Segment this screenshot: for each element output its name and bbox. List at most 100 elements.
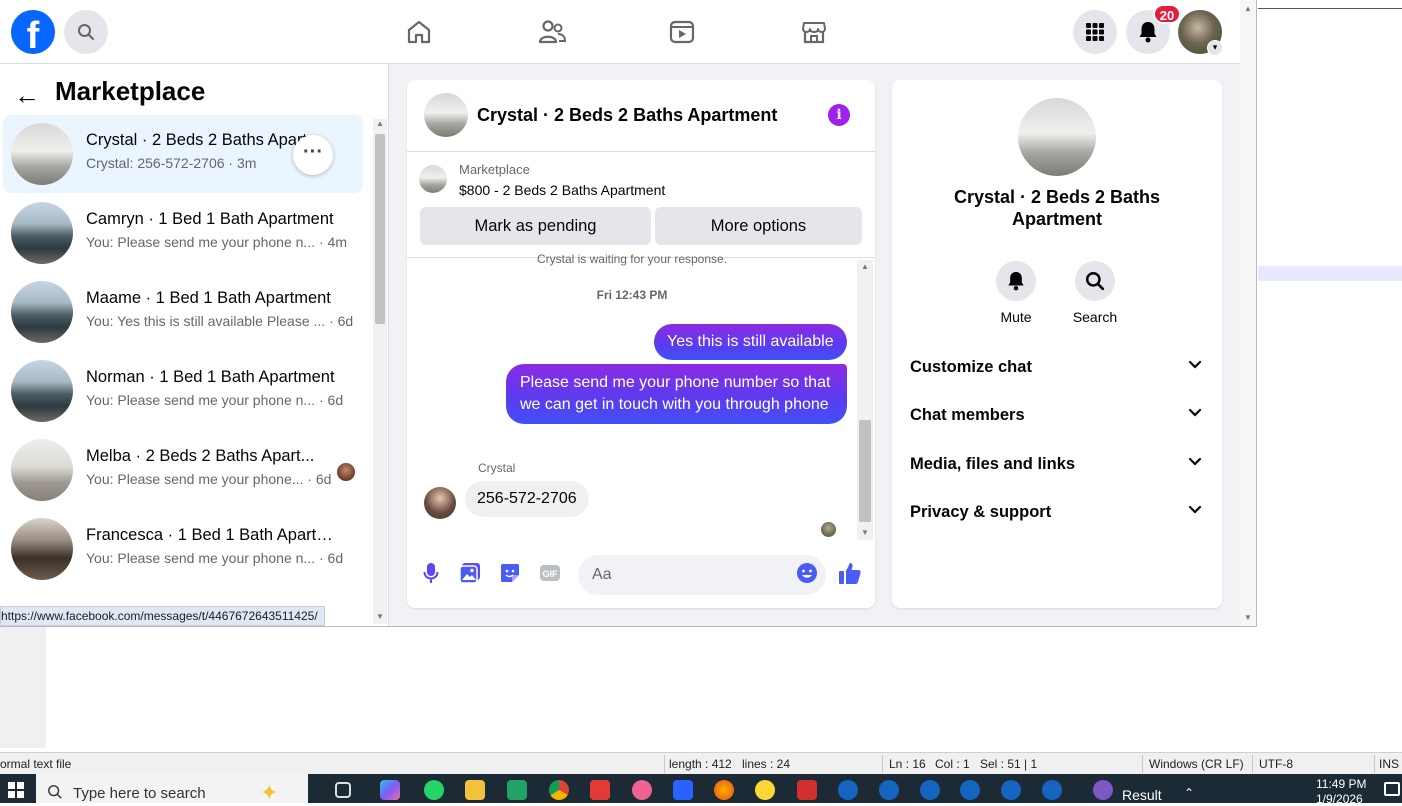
windows-start-icon[interactable]: [8, 782, 24, 798]
app-icon[interactable]: [797, 780, 817, 800]
taskbar-date[interactable]: 1/9/2026: [1316, 792, 1363, 806]
app-icon[interactable]: [590, 780, 610, 800]
taskbar-result-label[interactable]: Result: [1122, 787, 1162, 803]
facebook-logo[interactable]: f: [11, 10, 55, 54]
info-icon[interactable]: i: [828, 104, 850, 126]
gif-button[interactable]: GIF: [538, 561, 562, 585]
mute-button[interactable]: Mute: [976, 261, 1056, 325]
mark-as-pending-button[interactable]: Mark as pending: [420, 207, 651, 245]
gif-icon: GIF: [540, 565, 560, 581]
conversation-name: Maame · 1 Bed 1 Bath Apartment: [86, 289, 331, 307]
home-nav[interactable]: [403, 16, 435, 48]
whatsapp-icon[interactable]: [424, 780, 444, 800]
back-arrow-icon[interactable]: ←: [14, 80, 40, 111]
status-col: Col : 1: [935, 757, 970, 771]
video-nav[interactable]: [666, 16, 698, 48]
chat-members-section[interactable]: Chat members: [910, 396, 1206, 436]
status-encoding[interactable]: UTF-8: [1259, 757, 1293, 771]
chevron-down-icon: [1188, 457, 1202, 466]
conversation-item[interactable]: Melba · 2 Beds 2 Baths Apart... You: Ple…: [3, 431, 363, 509]
search-in-chat-button[interactable]: Search: [1055, 261, 1135, 325]
outgoing-message[interactable]: Please send me your phone number so that…: [506, 364, 847, 424]
video-icon: [669, 20, 695, 44]
outgoing-message[interactable]: Yes this is still available: [654, 324, 847, 360]
conversation-preview: You: Please send me your phone n... · 6d: [86, 550, 344, 566]
taskbar-search-box[interactable]: Type here to search ✦: [36, 774, 308, 805]
sender-avatar[interactable]: [424, 487, 456, 519]
chrome-icon[interactable]: [549, 780, 569, 800]
copilot-icon[interactable]: [380, 780, 400, 800]
attach-photo-button[interactable]: [458, 561, 482, 585]
status-eol[interactable]: Windows (CR LF): [1149, 757, 1244, 771]
chevron-down-icon: [1188, 505, 1202, 514]
bell-icon: [1008, 272, 1024, 291]
conversation-preview: You: Please send me your phone... · 6d: [86, 471, 332, 487]
status-mode[interactable]: INS: [1379, 757, 1399, 771]
search-icon: [48, 785, 62, 799]
conversation-item[interactable]: Norman · 1 Bed 1 Bath Apartment You: Ple…: [3, 352, 363, 430]
task-view-icon[interactable]: [335, 782, 351, 798]
status-sel: Sel : 51 | 1: [980, 757, 1038, 771]
chat-header: Crystal · 2 Beds 2 Baths Apartment i: [407, 80, 875, 152]
chat-title[interactable]: Crystal · 2 Beds 2 Baths Apartment: [477, 105, 777, 126]
search-button[interactable]: [64, 10, 108, 54]
privacy-support-section[interactable]: Privacy & support: [910, 493, 1206, 533]
message-input[interactable]: [578, 555, 826, 595]
app-icon[interactable]: [1001, 780, 1021, 800]
conversation-item[interactable]: Camryn · 1 Bed 1 Bath Apartment You: Ple…: [3, 194, 363, 272]
friends-nav[interactable]: [536, 16, 568, 48]
incoming-message[interactable]: 256-572-2706: [465, 481, 589, 517]
conversation-preview: You: Yes this is still available Please …: [86, 313, 354, 329]
scroll-up-arrow-icon[interactable]: ▲: [376, 119, 384, 128]
listing-avatar[interactable]: [1018, 98, 1096, 176]
scroll-down-arrow-icon[interactable]: ▼: [376, 612, 384, 621]
app-icon[interactable]: [920, 780, 940, 800]
notification-center-icon[interactable]: [1384, 782, 1400, 796]
scroll-down-arrow-icon[interactable]: ▼: [1244, 613, 1252, 622]
window-scrollbar[interactable]: [1240, 0, 1256, 626]
media-files-links-section[interactable]: Media, files and links: [910, 445, 1206, 485]
taskbar-time[interactable]: 11:49 PM: [1316, 777, 1366, 791]
customize-chat-section[interactable]: Customize chat: [910, 348, 1206, 388]
search-icon: [78, 24, 94, 40]
app-icon[interactable]: [755, 780, 775, 800]
more-options-ellipsis-icon[interactable]: ···: [293, 135, 333, 175]
app-icon[interactable]: [879, 780, 899, 800]
scroll-down-arrow-icon[interactable]: ▼: [861, 528, 869, 537]
top-navigation-bar: f 20 ▾: [0, 0, 1240, 64]
scroll-up-arrow-icon[interactable]: ▲: [1244, 4, 1252, 13]
conversation-item[interactable]: Crystal · 2 Beds 2 Baths Apartment Cryst…: [3, 115, 363, 193]
firefox-icon[interactable]: [714, 780, 734, 800]
status-file-type: ormal text file: [0, 757, 72, 771]
voice-clip-button[interactable]: [419, 561, 443, 585]
sticker-button[interactable]: [498, 561, 522, 585]
file-explorer-icon[interactable]: [465, 780, 485, 800]
app-icon[interactable]: [632, 780, 652, 800]
conversation-item[interactable]: Maame · 1 Bed 1 Bath Apartment You: Yes …: [3, 273, 363, 351]
listing-price[interactable]: $800 - 2 Beds 2 Baths Apartment: [459, 182, 665, 198]
thread-scrollbar-thumb[interactable]: [859, 420, 871, 522]
chevron-up-icon[interactable]: ⌃: [1184, 786, 1194, 800]
chevron-down-icon[interactable]: ▾: [1207, 40, 1223, 56]
app-icon[interactable]: [838, 780, 858, 800]
conversation-scrollbar-thumb[interactable]: [375, 134, 385, 324]
chat-avatar[interactable]: [424, 93, 468, 137]
listing-thumbnail: [11, 123, 73, 185]
app-icon[interactable]: [673, 780, 693, 800]
app-icon[interactable]: [1093, 780, 1113, 800]
sheets-icon[interactable]: [507, 780, 527, 800]
sender-name: Crystal: [478, 461, 516, 475]
app-icon[interactable]: [960, 780, 980, 800]
bell-icon: [1139, 22, 1157, 43]
more-options-button[interactable]: More options: [655, 207, 862, 245]
menu-button[interactable]: [1073, 10, 1117, 54]
conversation-item[interactable]: Francesca · 1 Bed 1 Bath Apartm... You: …: [3, 510, 363, 588]
message-composer: GIF: [407, 544, 875, 608]
app-icon[interactable]: [1042, 780, 1062, 800]
like-button[interactable]: [838, 561, 862, 585]
taskbar-search-placeholder: Type here to search: [73, 785, 206, 802]
marketplace-nav[interactable]: [798, 16, 830, 48]
emoji-button[interactable]: [795, 561, 819, 585]
listing-thumbnail: [11, 360, 73, 422]
scroll-up-arrow-icon[interactable]: ▲: [861, 262, 869, 271]
